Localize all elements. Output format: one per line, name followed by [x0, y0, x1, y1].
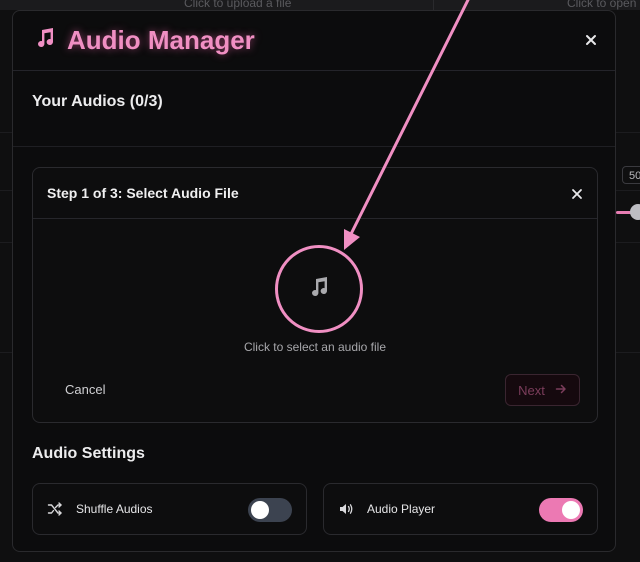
audio-manager-modal: Audio Manager Your Audios (0/3) Step 1 o…	[12, 10, 616, 552]
background-upload-hint: Click to upload a file	[184, 0, 292, 10]
modal-title-group: Audio Manager	[33, 25, 255, 56]
music-note-icon	[307, 275, 331, 304]
shuffle-icon	[47, 501, 63, 517]
step-header: Step 1 of 3: Select Audio File	[33, 168, 597, 219]
your-audios-title: Your Audios (0/3)	[32, 93, 163, 110]
audio-settings-title: Audio Settings	[32, 445, 145, 462]
background-divider	[433, 0, 434, 10]
modal-header: Audio Manager	[13, 11, 615, 71]
background-slider-knob[interactable]	[630, 204, 640, 220]
music-note-icon	[33, 26, 67, 55]
toggle-knob	[562, 501, 580, 519]
audio-player-setting: Audio Player	[323, 483, 598, 535]
close-icon[interactable]	[571, 187, 583, 199]
upload-instruction: Click to select an audio file	[243, 340, 387, 354]
toggle-knob	[251, 501, 269, 519]
background-value-pill: 50	[622, 166, 640, 184]
audio-player-label: Audio Player	[367, 502, 436, 516]
audio-file-picker[interactable]	[275, 245, 363, 333]
background-open-hint: Click to open	[567, 0, 637, 10]
shuffle-setting: Shuffle Audios	[32, 483, 307, 535]
next-label: Next	[518, 382, 545, 398]
shuffle-toggle[interactable]	[248, 498, 292, 522]
step-card: Step 1 of 3: Select Audio File Click to …	[32, 167, 598, 423]
cancel-button[interactable]: Cancel	[65, 382, 105, 397]
shuffle-label: Shuffle Audios	[76, 502, 153, 516]
volume-icon	[338, 501, 354, 517]
section-divider	[13, 146, 615, 147]
audio-player-toggle[interactable]	[539, 498, 583, 522]
next-button[interactable]: Next	[505, 374, 580, 406]
background-upload-bar	[0, 0, 640, 10]
close-icon[interactable]	[583, 32, 599, 48]
step-title: Step 1 of 3: Select Audio File	[47, 185, 239, 201]
arrow-right-icon	[545, 383, 567, 398]
modal-title: Audio Manager	[67, 25, 255, 55]
